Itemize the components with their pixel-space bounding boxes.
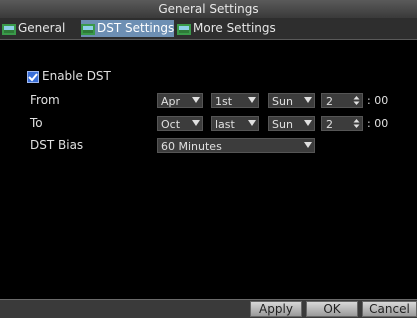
spinner-arrows-icon (353, 119, 360, 128)
to-month-value: Oct (161, 118, 181, 131)
tab-more-settings-label: More Settings (193, 21, 276, 35)
ok-button[interactable]: OK (306, 301, 358, 317)
tab-dst-settings[interactable]: DST Settings (81, 20, 175, 37)
tab-image-icon (81, 23, 95, 35)
chevron-down-icon (192, 97, 200, 103)
apply-button[interactable]: Apply (250, 301, 302, 317)
chevron-down-icon (304, 142, 312, 148)
to-hour-value: 2 (326, 118, 333, 131)
to-day-select[interactable]: Sun (268, 116, 315, 131)
tab-bar: General DST Settings More Settings (0, 18, 417, 40)
from-label: From (30, 93, 60, 107)
from-day-select[interactable]: Sun (268, 93, 315, 108)
from-minutes: : 00 (367, 94, 389, 107)
dst-bias-select[interactable]: 60 Minutes (157, 138, 315, 153)
cancel-button[interactable]: Cancel (362, 301, 417, 317)
from-week-value: 1st (215, 95, 233, 108)
to-week-value: last (215, 118, 235, 131)
checkmark-icon (28, 73, 38, 82)
from-week-select[interactable]: 1st (211, 93, 259, 108)
to-minutes: : 00 (367, 117, 389, 130)
tab-dst-settings-label: DST Settings (97, 21, 175, 35)
from-hour-value: 2 (326, 95, 333, 108)
chevron-down-icon (304, 97, 312, 103)
tab-image-icon (177, 23, 191, 35)
to-label: To (30, 116, 43, 130)
spinner-arrows-icon (353, 96, 360, 105)
general-settings-window: General Settings General DST Settings Mo… (0, 0, 417, 318)
from-hour-spinner[interactable]: 2 (321, 93, 363, 108)
from-month-select[interactable]: Apr (157, 93, 203, 108)
to-week-select[interactable]: last (211, 116, 259, 131)
to-month-select[interactable]: Oct (157, 116, 203, 131)
chevron-down-icon (248, 120, 256, 126)
window-title: General Settings (0, 0, 417, 18)
tab-general-label: General (18, 21, 66, 35)
from-month-value: Apr (161, 95, 181, 108)
chevron-down-icon (192, 120, 200, 126)
dst-bias-value: 60 Minutes (161, 140, 222, 153)
tab-general[interactable]: General (2, 20, 65, 37)
enable-dst-label: Enable DST (42, 69, 111, 83)
dst-bias-label: DST Bias (30, 138, 84, 152)
chevron-down-icon (248, 97, 256, 103)
tab-more-settings[interactable]: More Settings (177, 20, 276, 37)
enable-dst-checkbox[interactable] (27, 71, 39, 83)
from-day-value: Sun (272, 95, 293, 108)
tab-image-icon (2, 23, 16, 35)
to-day-value: Sun (272, 118, 293, 131)
to-hour-spinner[interactable]: 2 (321, 116, 363, 131)
chevron-down-icon (304, 120, 312, 126)
